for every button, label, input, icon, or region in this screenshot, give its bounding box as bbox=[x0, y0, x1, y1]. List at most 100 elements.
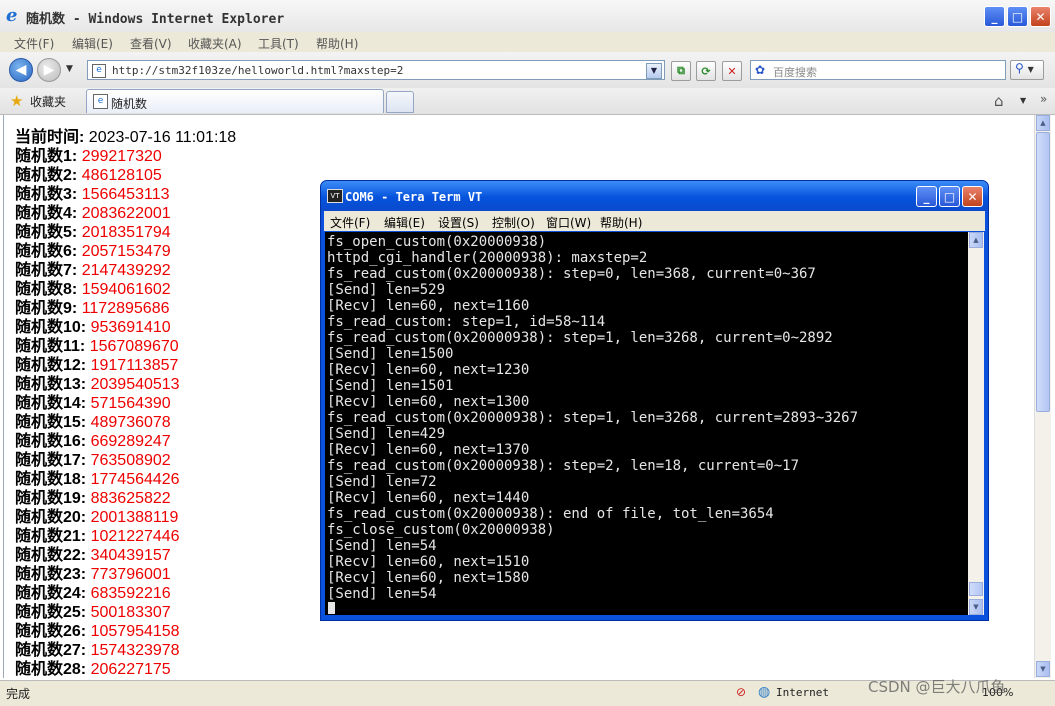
random-value: 683592216 bbox=[90, 585, 171, 602]
terminal-line: fs_read_custom(0x20000938): step=0, len=… bbox=[327, 266, 816, 282]
random-row: 随机数15: 489736078 bbox=[15, 413, 236, 432]
teraterm-menu-bar: 文件(F) 编辑(E) 设置(S) 控制(O) 窗口(W) 帮助(H) bbox=[324, 211, 985, 231]
random-row: 随机数28: 206227175 bbox=[15, 660, 236, 679]
random-value: 1057954158 bbox=[90, 623, 180, 640]
minimize-button[interactable]: _ bbox=[984, 6, 1005, 27]
random-label: 随机数10: bbox=[15, 319, 87, 336]
search-placeholder: 百度搜索 bbox=[773, 66, 817, 79]
tt-menu-help[interactable]: 帮助(H) bbox=[600, 214, 642, 231]
menu-view[interactable]: 查看(V) bbox=[130, 35, 172, 52]
random-label: 随机数2: bbox=[15, 167, 78, 184]
page-scrollbar[interactable]: ▲ ▼ bbox=[1034, 115, 1051, 678]
blocked-icon[interactable]: ⊘ bbox=[736, 685, 750, 699]
terminal-line: fs_read_custom(0x20000938): step=1, len=… bbox=[327, 410, 859, 426]
scroll-up-button[interactable]: ▲ bbox=[1036, 115, 1050, 131]
random-label: 随机数8: bbox=[15, 281, 78, 298]
home-dropdown-icon[interactable]: ▼ bbox=[1020, 96, 1026, 105]
tt-menu-control[interactable]: 控制(O) bbox=[492, 214, 535, 231]
tt-minimize-button[interactable]: _ bbox=[916, 186, 937, 207]
random-row: 随机数27: 1574323978 bbox=[15, 641, 236, 660]
terminal-scrollbar[interactable]: ▲ ▼ bbox=[968, 232, 984, 615]
tt-close-button[interactable]: ✕ bbox=[962, 186, 983, 207]
menu-help[interactable]: 帮助(H) bbox=[316, 35, 358, 52]
random-row: 随机数22: 340439157 bbox=[15, 546, 236, 565]
maximize-button[interactable]: □ bbox=[1007, 6, 1028, 27]
random-label: 随机数24: bbox=[15, 585, 87, 602]
random-value: 953691410 bbox=[90, 319, 171, 336]
tt-menu-window[interactable]: 窗口(W) bbox=[546, 214, 591, 231]
terminal-output[interactable]: fs_open_custom(0x20000938) httpd_cgi_hand… bbox=[325, 232, 968, 615]
random-label: 随机数4: bbox=[15, 205, 78, 222]
menu-favorites[interactable]: 收藏夹(A) bbox=[188, 35, 242, 52]
refresh-button[interactable]: ⟳ bbox=[696, 61, 716, 81]
random-label: 随机数15: bbox=[15, 414, 87, 431]
terminal-line: [Recv] len=60, next=1440 bbox=[327, 490, 530, 506]
random-row: 随机数16: 669289247 bbox=[15, 432, 236, 451]
toolbar-overflow-icon[interactable]: » bbox=[1040, 92, 1047, 106]
menu-edit[interactable]: 编辑(E) bbox=[72, 35, 113, 52]
random-value: 2147439292 bbox=[81, 262, 171, 279]
tt-scroll-down-button[interactable]: ▼ bbox=[969, 599, 983, 615]
favorites-label[interactable]: 收藏夹 bbox=[30, 93, 66, 110]
home-icon[interactable]: ⌂ bbox=[994, 92, 1004, 110]
title-bar: e 随机数 - Windows Internet Explorer _ □ ✕ bbox=[0, 0, 1055, 33]
star-icon[interactable]: ★ bbox=[10, 92, 23, 110]
terminal-line: [Send] len=1501 bbox=[327, 378, 454, 394]
menu-file[interactable]: 文件(F) bbox=[14, 35, 54, 52]
search-button[interactable]: ⚲ ▼ bbox=[1010, 60, 1044, 80]
random-row: 随机数9: 1172895686 bbox=[15, 299, 236, 318]
tt-menu-edit[interactable]: 编辑(E) bbox=[384, 214, 425, 231]
history-dropdown-icon[interactable]: ▼ bbox=[66, 64, 73, 74]
random-row: 随机数18: 1774564426 bbox=[15, 470, 236, 489]
terminal-line: [Recv] len=60, next=1230 bbox=[327, 362, 530, 378]
address-input[interactable]: e http://stm32f103ze/helloworld.html?max… bbox=[87, 60, 665, 80]
favorites-bar: ★ 收藏夹 e 随机数 ⌂ ▼ » bbox=[0, 88, 1055, 115]
scroll-down-button[interactable]: ▼ bbox=[1036, 661, 1050, 677]
forward-button[interactable]: ▶ bbox=[37, 58, 61, 82]
random-list: 当前时间: 2023-07-16 11:01:18 随机数1: 29921732… bbox=[15, 128, 236, 679]
random-row: 随机数20: 2001388119 bbox=[15, 508, 236, 527]
tt-scroll-thumb[interactable] bbox=[969, 582, 983, 596]
random-row: 随机数11: 1567089670 bbox=[15, 337, 236, 356]
random-row: 随机数4: 2083622001 bbox=[15, 204, 236, 223]
random-row: 随机数23: 773796001 bbox=[15, 565, 236, 584]
time-value: 2023-07-16 11:01:18 bbox=[88, 129, 237, 146]
random-value: 1594061602 bbox=[81, 281, 171, 298]
teraterm-title-bar: VT COM6 - Tera Term VT _ □ ✕ bbox=[321, 181, 988, 211]
scroll-thumb[interactable] bbox=[1036, 132, 1050, 412]
random-label: 随机数28: bbox=[15, 661, 87, 678]
random-row: 随机数1: 299217320 bbox=[15, 147, 236, 166]
tt-scroll-up-button[interactable]: ▲ bbox=[969, 232, 983, 248]
random-row: 随机数8: 1594061602 bbox=[15, 280, 236, 299]
random-label: 随机数23: bbox=[15, 566, 87, 583]
random-label: 随机数18: bbox=[15, 471, 87, 488]
terminal-cursor bbox=[328, 602, 335, 614]
random-row: 随机数19: 883625822 bbox=[15, 489, 236, 508]
search-input[interactable]: ✿ 百度搜索 bbox=[750, 60, 1006, 80]
tab-random[interactable]: e 随机数 bbox=[86, 89, 384, 113]
random-label: 随机数19: bbox=[15, 490, 87, 507]
new-tab-button[interactable] bbox=[386, 91, 414, 113]
close-button[interactable]: ✕ bbox=[1030, 6, 1051, 27]
random-row: 随机数6: 2057153479 bbox=[15, 242, 236, 261]
random-row: 随机数12: 1917113857 bbox=[15, 356, 236, 375]
tt-maximize-button[interactable]: □ bbox=[939, 186, 960, 207]
terminal-line: [Send] len=1500 bbox=[327, 346, 454, 362]
compat-view-button[interactable]: ⧉ bbox=[671, 61, 691, 81]
search-dropdown-icon[interactable]: ▼ bbox=[1028, 65, 1034, 74]
teraterm-window: VT COM6 - Tera Term VT _ □ ✕ 文件(F) 编辑(E)… bbox=[320, 180, 989, 621]
terminal-line: [Send] len=54 bbox=[327, 538, 437, 554]
watermark: CSDN @巨大八爪鱼 bbox=[868, 678, 1006, 696]
tt-menu-setup[interactable]: 设置(S) bbox=[438, 214, 479, 231]
back-button[interactable]: ◀ bbox=[9, 58, 33, 82]
random-row: 随机数5: 2018351794 bbox=[15, 223, 236, 242]
terminal-line: fs_read_custom(0x20000938): step=1, len=… bbox=[327, 330, 833, 346]
menu-tools[interactable]: 工具(T) bbox=[258, 35, 299, 52]
random-value: 1566453113 bbox=[81, 186, 170, 203]
stop-button[interactable]: ✕ bbox=[722, 61, 742, 81]
random-value: 500183307 bbox=[90, 604, 171, 621]
random-label: 随机数13: bbox=[15, 376, 87, 393]
random-label: 随机数3: bbox=[15, 186, 78, 203]
address-dropdown-icon[interactable]: ▼ bbox=[646, 63, 662, 79]
tt-menu-file[interactable]: 文件(F) bbox=[330, 214, 370, 231]
